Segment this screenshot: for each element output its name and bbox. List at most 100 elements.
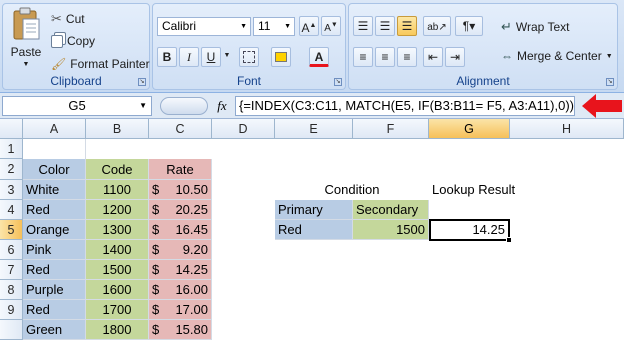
row-header-6[interactable]: 6 xyxy=(0,240,23,260)
header-code[interactable]: Code xyxy=(86,159,149,180)
chevron-down-icon: ▼ xyxy=(22,61,30,68)
fill-handle[interactable] xyxy=(506,237,512,243)
align-left-button[interactable]: ≡ xyxy=(353,47,373,67)
copy-button[interactable]: Copy xyxy=(51,34,95,48)
table-cell-code[interactable]: 1300 xyxy=(86,220,149,240)
bold-button[interactable]: B xyxy=(157,47,177,67)
lookup-result-cell[interactable]: 14.25 xyxy=(429,219,510,241)
table-cell-rate[interactable]: $9.20 xyxy=(149,240,212,260)
row-header-5[interactable]: 5 xyxy=(0,220,23,240)
primary-value-cell[interactable]: Red xyxy=(275,220,353,240)
column-header-e[interactable]: E xyxy=(275,119,353,139)
select-all-corner[interactable] xyxy=(0,119,23,139)
table-cell-rate[interactable]: $16.45 xyxy=(149,220,212,240)
align-center-button[interactable]: ≡ xyxy=(375,47,395,67)
orientation-button[interactable]: ab↗ xyxy=(423,16,451,36)
table-cell-rate[interactable]: $17.00 xyxy=(149,300,212,320)
row-header-9[interactable]: 9 xyxy=(0,300,23,320)
fill-color-icon xyxy=(275,52,287,62)
row-header-1[interactable]: 1 xyxy=(0,139,23,159)
font-size-select[interactable]: 11 ▼ xyxy=(253,17,295,36)
insert-function-button[interactable]: fx xyxy=(212,97,232,115)
table-cell-rate[interactable]: $20.25 xyxy=(149,200,212,220)
middle-align-button[interactable]: ☰ xyxy=(375,16,395,36)
clipboard-launcher-icon[interactable]: ↘ xyxy=(138,78,146,86)
header-rate[interactable]: Rate xyxy=(149,159,212,180)
primary-label[interactable]: Primary xyxy=(275,200,353,220)
table-cell-code[interactable]: 1700 xyxy=(86,300,149,320)
italic-button[interactable]: I xyxy=(179,47,199,67)
lookup-result-label[interactable]: Lookup Result xyxy=(429,180,539,200)
table-cell-code[interactable]: 1800 xyxy=(86,320,149,340)
decrease-indent-button[interactable]: ⇤ xyxy=(423,47,443,67)
table-cell-color[interactable]: Green xyxy=(23,320,86,340)
header-color[interactable]: Color xyxy=(23,159,86,180)
row-header-10[interactable] xyxy=(0,320,23,340)
align-left-icon: ≡ xyxy=(359,50,367,64)
name-box[interactable]: G5 ▼ xyxy=(2,96,152,116)
bottom-align-button[interactable]: ☰ xyxy=(397,16,417,36)
increase-indent-button[interactable]: ⇥ xyxy=(445,47,465,67)
table-cell-color[interactable]: Pink xyxy=(23,240,86,260)
formula-bar-splitter[interactable] xyxy=(160,97,208,115)
column-header-c[interactable]: C xyxy=(149,119,212,139)
underline-dropdown-button[interactable]: ▼ xyxy=(221,47,233,67)
shrink-font-button[interactable]: A▼ xyxy=(321,16,341,36)
grow-font-button[interactable]: A▲ xyxy=(299,16,319,36)
row-header-3[interactable]: 3 xyxy=(0,180,23,200)
column-header-g[interactable]: G xyxy=(429,119,510,139)
borders-icon xyxy=(243,51,255,63)
row-header-2[interactable]: 2 xyxy=(0,159,23,180)
format-painter-button[interactable]: 🖌 Format Painter xyxy=(51,57,150,71)
condition-label[interactable]: Condition xyxy=(275,180,429,200)
row-header-7[interactable]: 7 xyxy=(0,260,23,280)
table-cell-code[interactable]: 1400 xyxy=(86,240,149,260)
scissors-icon: ✂ xyxy=(51,11,62,26)
column-header-b[interactable]: B xyxy=(86,119,149,139)
table-cell-code[interactable]: 1200 xyxy=(86,200,149,220)
align-right-button[interactable]: ≡ xyxy=(397,47,417,67)
column-header-f[interactable]: F xyxy=(353,119,429,139)
font-launcher-icon[interactable]: ↘ xyxy=(334,78,342,86)
table-cell-rate[interactable]: $15.80 xyxy=(149,320,212,340)
top-align-button[interactable]: ☰ xyxy=(353,16,373,36)
font-size-value: 11 xyxy=(258,19,271,33)
column-header-d[interactable]: D xyxy=(212,119,275,139)
table-cell-rate[interactable]: $16.00 xyxy=(149,280,212,300)
table-cell-rate[interactable]: $10.50 xyxy=(149,180,212,200)
cut-button[interactable]: ✂ Cut xyxy=(51,11,85,27)
paragraph-button[interactable]: ¶▾ xyxy=(455,16,483,36)
table-cell-code[interactable]: 1100 xyxy=(86,180,149,200)
table-cell-color[interactable]: Red xyxy=(23,260,86,280)
underline-button[interactable]: U xyxy=(201,47,221,67)
table-cell-code[interactable]: 1600 xyxy=(86,280,149,300)
paragraph-icon: ¶▾ xyxy=(462,19,476,33)
row-header-4[interactable]: 4 xyxy=(0,200,23,220)
table-cell-color[interactable]: Purple xyxy=(23,280,86,300)
row-header-8[interactable]: 8 xyxy=(0,280,23,300)
column-header-h[interactable]: H xyxy=(510,119,624,139)
table-cell-color[interactable]: Orange xyxy=(23,220,86,240)
table-cell-color[interactable]: Red xyxy=(23,200,86,220)
paste-button[interactable]: Paste ▼ xyxy=(7,7,45,68)
font-name-select[interactable]: Calibri ▼ xyxy=(157,17,251,36)
rate-value: 20.25 xyxy=(175,202,208,217)
table-cell-color[interactable]: Red xyxy=(23,300,86,320)
secondary-label[interactable]: Secondary xyxy=(353,200,429,220)
wrap-text-button[interactable]: ↵ Wrap Text xyxy=(501,19,569,35)
rate-value: 10.50 xyxy=(175,182,208,197)
table-cell-rate[interactable]: $14.25 xyxy=(149,260,212,280)
fill-color-button[interactable] xyxy=(271,47,291,67)
merge-center-button[interactable]: ⇔ Merge & Center ▼ xyxy=(501,49,613,63)
secondary-value-cell[interactable]: 1500 xyxy=(353,220,429,240)
formula-input[interactable]: {=INDEX(C3:C11, MATCH(E5, IF(B3:B11= F5,… xyxy=(235,96,575,116)
table-cell-code[interactable]: 1500 xyxy=(86,260,149,280)
ribbon: Paste ▼ ✂ Cut Copy 🖌 Format Painter Clip… xyxy=(0,0,624,93)
column-header-a[interactable]: A xyxy=(23,119,86,139)
clipboard-group-label: Clipboard xyxy=(50,74,102,88)
table-cell-color[interactable]: White xyxy=(23,180,86,200)
font-color-button[interactable]: A xyxy=(309,47,329,67)
alignment-launcher-icon[interactable]: ↘ xyxy=(606,78,614,86)
borders-button[interactable] xyxy=(239,47,259,67)
spreadsheet-grid[interactable]: A B C D E F G H 1 2 3 4 5 6 7 8 9 Color … xyxy=(0,119,624,340)
